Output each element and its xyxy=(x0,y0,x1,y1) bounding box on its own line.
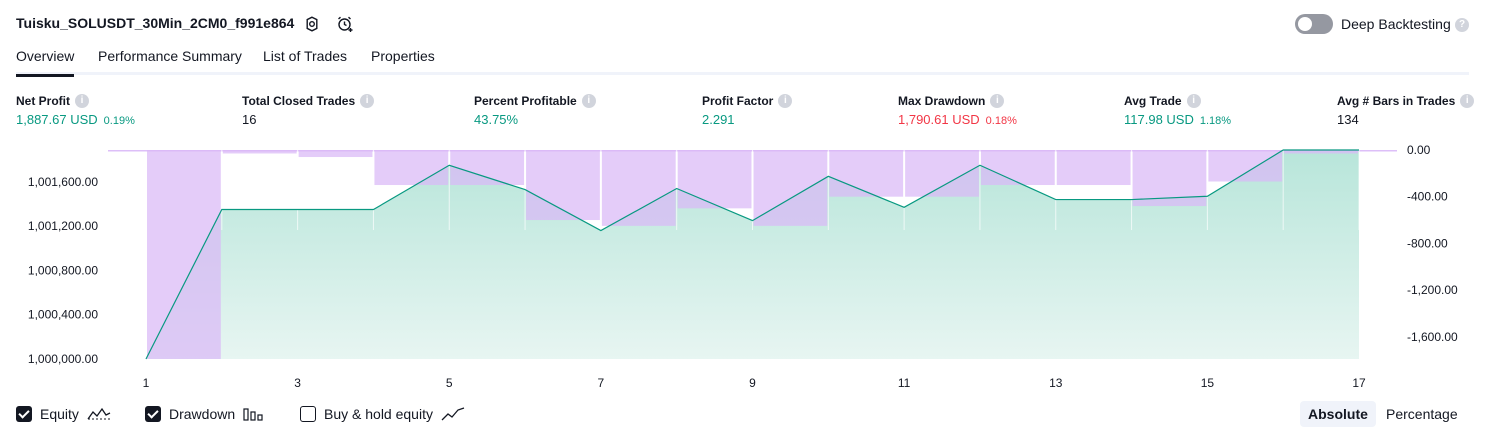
legend-label: Equity xyxy=(40,406,79,422)
stat-profit-factor: Profit Factor i 2.291 xyxy=(702,94,793,127)
drawdown-bar xyxy=(753,150,828,226)
buy-hold-line-icon xyxy=(441,407,465,421)
tab-performance-summary[interactable]: Performance Summary xyxy=(98,48,242,74)
stat-value: 1,887.67 USD xyxy=(16,112,98,127)
tab-properties[interactable]: Properties xyxy=(371,48,435,74)
left-axis-tick: 1,000,400.00 xyxy=(28,308,98,322)
x-axis-tick: 7 xyxy=(598,376,605,390)
stat-label: Profit Factor xyxy=(702,94,774,108)
stat-percent: 1.18% xyxy=(1199,115,1232,127)
stat-max-drawdown: Max Drawdown i 1,790.61 USD 0.18% xyxy=(898,94,1017,127)
x-axis-tick: 5 xyxy=(446,376,453,390)
x-axis-tick: 15 xyxy=(1201,376,1215,390)
deep-backtesting-label: Deep Backtesting xyxy=(1341,16,1451,32)
stat-label: Net Profit xyxy=(16,94,70,108)
equity-checkbox[interactable] xyxy=(16,406,32,422)
info-icon[interactable]: i xyxy=(75,94,89,108)
stat-value: 2.291 xyxy=(702,112,735,127)
left-axis-tick: 1,000,800.00 xyxy=(28,263,98,277)
stat-value: 117.98 USD xyxy=(1124,112,1194,127)
stat-value: 16 xyxy=(242,112,257,127)
stat-percent-profitable: Percent Profitable i 43.75% xyxy=(474,94,596,127)
x-axis-tick: 13 xyxy=(1049,376,1063,390)
stat-label: Avg # Bars in Trades xyxy=(1337,94,1456,108)
legend-buy-hold[interactable]: Buy & hold equity xyxy=(300,404,465,424)
info-icon[interactable]: i xyxy=(581,94,596,108)
x-axis-tick: 9 xyxy=(749,376,756,390)
absolute-button[interactable]: Absolute xyxy=(1300,401,1376,427)
legend-drawdown[interactable]: Drawdown xyxy=(145,404,265,424)
right-axis-tick: -1,200.00 xyxy=(1407,283,1458,297)
drawdown-bar xyxy=(1056,150,1131,186)
info-icon[interactable]: i xyxy=(778,94,793,108)
legend-equity[interactable]: Equity xyxy=(16,404,111,424)
stat-net-profit: Net Profit i 1,887.67 USD 0.19% xyxy=(16,94,135,127)
stat-value: 1,790.61 USD xyxy=(898,112,980,127)
tab-overview[interactable]: Overview xyxy=(16,48,75,77)
drawdown-bar xyxy=(1208,150,1283,182)
info-icon[interactable]: i xyxy=(1460,94,1475,108)
x-axis-tick: 11 xyxy=(898,376,911,390)
toggle-knob xyxy=(1298,17,1312,31)
left-axis-tick: 1,001,600.00 xyxy=(28,175,98,189)
stat-percent: 0.19% xyxy=(103,115,135,127)
settings-icon[interactable] xyxy=(303,15,321,33)
percentage-button[interactable]: Percentage xyxy=(1378,401,1466,427)
info-icon[interactable]: i xyxy=(360,94,375,108)
right-axis-tick: 0.00 xyxy=(1407,143,1431,157)
strategy-title: Tuisku_SOLUSDT_30Min_2CM0_f991e864 xyxy=(16,15,295,31)
drawdown-bar xyxy=(980,150,1055,186)
drawdown-bar xyxy=(147,150,221,359)
deep-backtesting-toggle[interactable] xyxy=(1295,14,1333,34)
stat-total-closed-trades: Total Closed Trades i 16 xyxy=(242,94,375,127)
right-axis-tick: -1,600.00 xyxy=(1407,330,1458,344)
x-axis-tick: 3 xyxy=(294,376,301,390)
info-icon[interactable]: i xyxy=(990,94,1005,108)
drawdown-bar xyxy=(905,150,979,197)
stat-value: 43.75% xyxy=(474,112,519,127)
help-icon[interactable]: ? xyxy=(1455,18,1469,32)
drawdown-bars-icon xyxy=(243,408,263,421)
stat-label: Percent Profitable xyxy=(474,94,577,108)
legend-label: Drawdown xyxy=(169,406,236,422)
tab-list-of-trades[interactable]: List of Trades xyxy=(263,48,347,74)
info-icon[interactable]: i xyxy=(1186,94,1201,108)
stat-label: Avg Trade xyxy=(1124,94,1182,108)
x-axis-tick: 17 xyxy=(1352,376,1366,390)
drawdown-bar xyxy=(601,150,676,226)
stat-label: Max Drawdown xyxy=(898,94,986,108)
stat-percent: 0.18% xyxy=(985,115,1017,127)
drawdown-bar xyxy=(829,150,904,197)
legend-label: Buy & hold equity xyxy=(324,406,433,422)
left-axis-tick: 1,001,200.00 xyxy=(28,219,98,233)
stat-avg-trade: Avg Trade i 117.98 USD 1.18% xyxy=(1124,94,1231,127)
right-axis-tick: -800.00 xyxy=(1407,236,1448,250)
drawdown-bar xyxy=(298,150,373,158)
add-alert-icon[interactable] xyxy=(336,15,354,33)
drawdown-checkbox[interactable] xyxy=(145,406,161,422)
drawdown-bar xyxy=(222,150,297,154)
drawdown-bar xyxy=(374,150,449,186)
drawdown-bar xyxy=(677,150,752,209)
equity-drawdown-chart: 1,000,000.00 1,000,400.00 1,000,800.00 1,00… xyxy=(28,143,1458,390)
x-axis-tick: 1 xyxy=(143,376,150,390)
equity-line-icon xyxy=(87,407,111,420)
drawdown-bar xyxy=(450,150,525,186)
left-axis-tick: 1,000,000.00 xyxy=(28,352,98,366)
stat-value: 134 xyxy=(1337,112,1359,127)
stat-label: Total Closed Trades xyxy=(242,94,356,108)
right-axis-tick: -400.00 xyxy=(1407,190,1448,204)
stat-avg-bars-in-trades: Avg # Bars in Trades i 134 xyxy=(1337,94,1475,127)
buy-hold-checkbox[interactable] xyxy=(300,406,316,422)
